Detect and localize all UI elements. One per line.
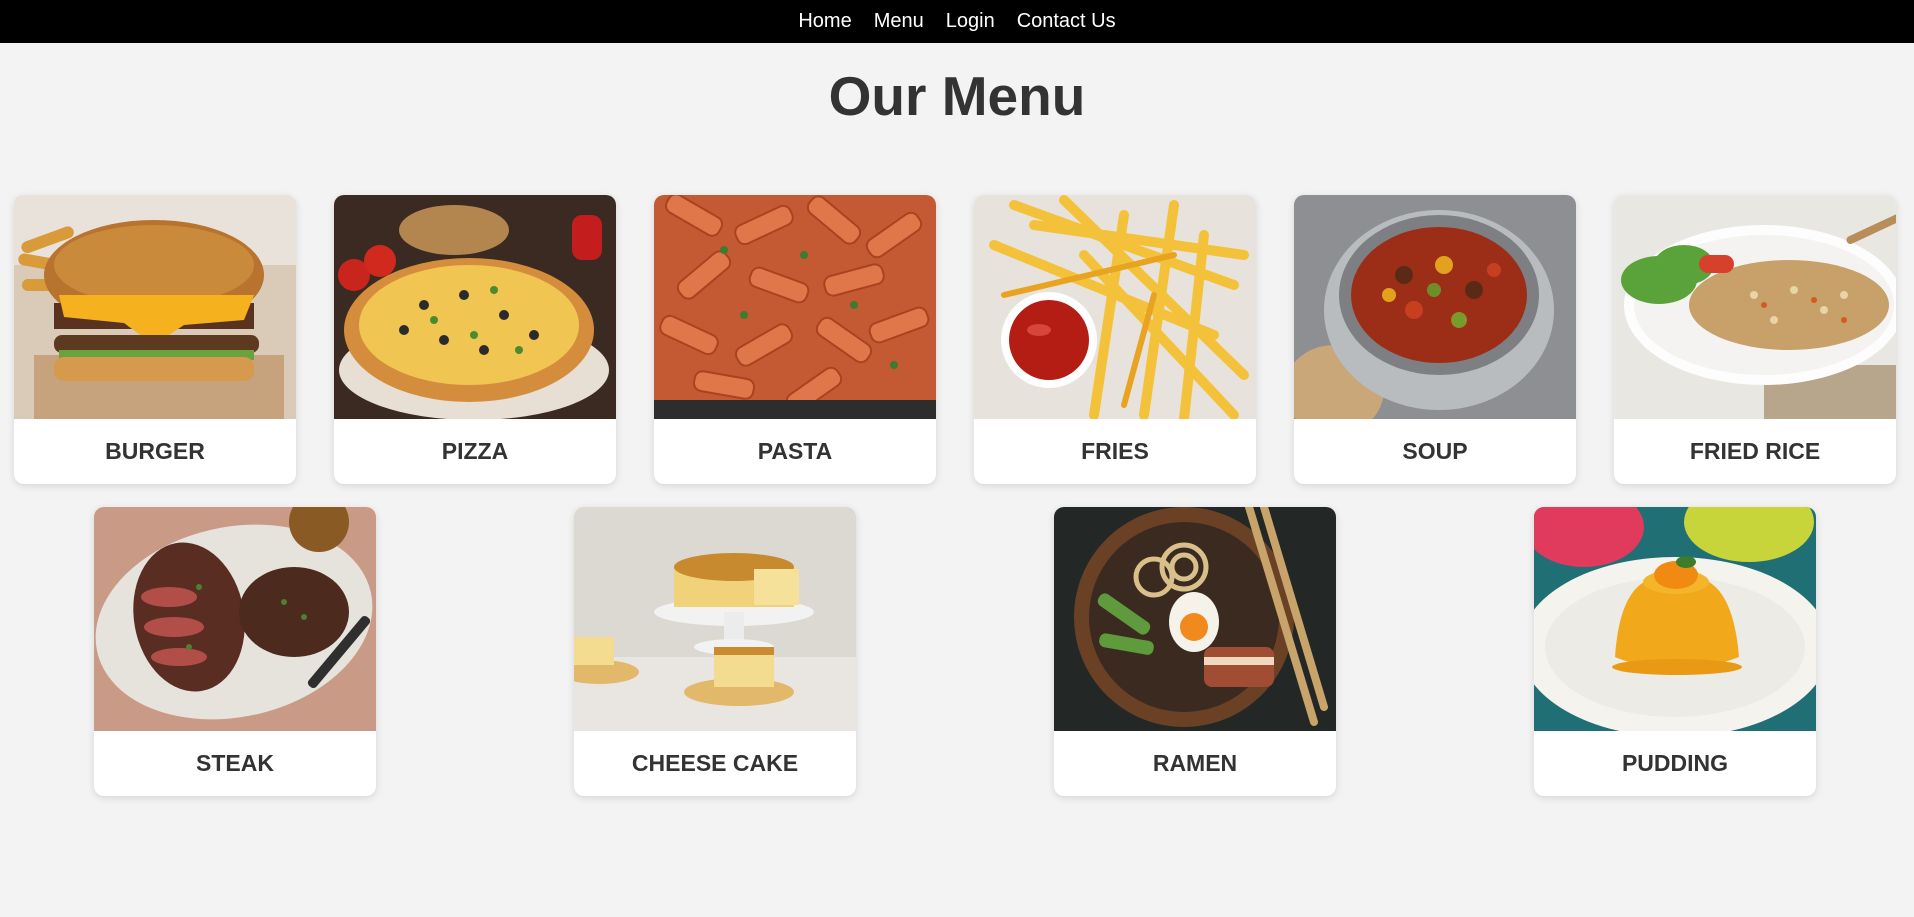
fries-image (974, 195, 1256, 419)
menu-card-fried-rice[interactable]: FRIED RICE (1614, 195, 1896, 484)
menu-card-soup[interactable]: SOUP (1294, 195, 1576, 484)
menu-card-label: PASTA (757, 438, 833, 464)
menu-card-cheese-cake[interactable]: CHEESE CAKE (574, 507, 856, 796)
fried-rice-image (1614, 195, 1896, 419)
nav-link-home[interactable]: Home (798, 10, 851, 33)
pizza-image (334, 195, 616, 419)
menu-card-pizza[interactable]: PIZZA (334, 195, 616, 484)
pudding-image (1534, 507, 1816, 731)
menu-card-pudding[interactable]: PUDDING (1534, 507, 1816, 796)
menu-card-pasta[interactable]: PASTA (654, 195, 936, 484)
soup-image (1294, 195, 1576, 419)
cheese-cake-image (574, 507, 856, 731)
nav-link-contact[interactable]: Contact Us (1017, 10, 1116, 33)
menu-card-steak[interactable]: STEAK (94, 507, 376, 796)
menu-card-burger[interactable]: BURGER (14, 195, 296, 484)
nav-link-login[interactable]: Login (946, 10, 995, 33)
nav-link-menu[interactable]: Menu (874, 10, 924, 33)
steak-image (94, 507, 376, 731)
menu-card-label: PUDDING (1621, 750, 1729, 776)
menu-card-label: STEAK (196, 750, 274, 776)
menu-card-label: FRIED RICE (1689, 438, 1821, 464)
burger-image (14, 195, 296, 419)
menu-card-fries[interactable]: FRIES (974, 195, 1256, 484)
menu-card-label: CHEESE CAKE (631, 750, 799, 776)
menu-card-label: SOUP (1402, 438, 1468, 464)
menu-card-label: PIZZA (441, 438, 509, 464)
top-navbar: Home Menu Login Contact Us (0, 0, 1914, 43)
menu-card-ramen[interactable]: RAMEN (1054, 507, 1336, 796)
menu-card-label: BURGER (105, 438, 205, 464)
ramen-image (1054, 507, 1336, 731)
menu-card-label: FRIES (1081, 438, 1149, 464)
pasta-image (654, 195, 936, 419)
menu-card-label: RAMEN (1152, 750, 1238, 776)
page-title: Our Menu (828, 65, 1086, 127)
